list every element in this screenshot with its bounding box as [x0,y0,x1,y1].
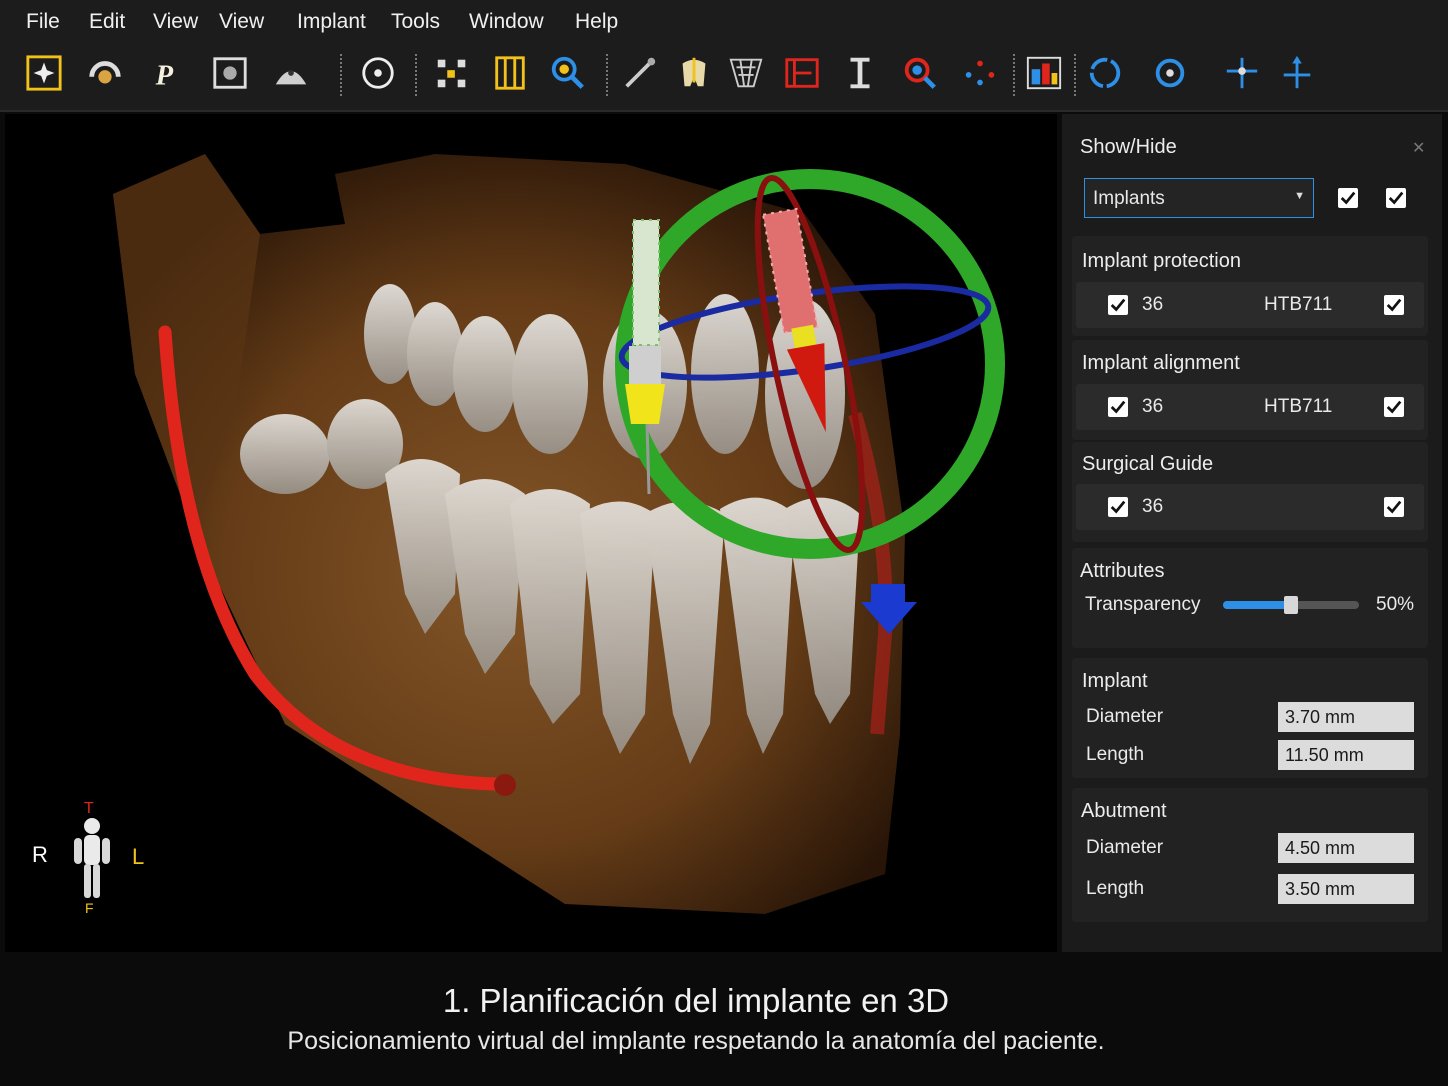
transparency-label: Transparency [1085,594,1201,615]
menu-implant[interactable]: Implant [297,10,366,34]
chevron-down-icon: ▼ [1294,190,1305,202]
implant-alignment-model: HTB711 [1264,396,1333,417]
toolbar-separator [340,54,342,96]
axis-move-icon[interactable] [1220,51,1264,95]
transparency-slider[interactable] [1223,596,1359,614]
properties-panel: Show/Hide ✕ Implants ▼ Implant protectio… [1062,114,1442,952]
menu-file[interactable]: File [26,10,60,34]
crosshair-circle-icon[interactable] [356,51,400,95]
transparency-value: 50% [1376,594,1415,615]
implant-protection-row: 36 HTB711 [1076,282,1424,328]
nerve-points-icon[interactable] [430,51,474,95]
show-checkbox-2[interactable] [1386,188,1406,208]
caption-title: 1. Planificación del implante en 3D [442,982,950,1019]
menu-view-2[interactable]: View [219,10,264,34]
abutment-length-field[interactable]: 3.50 mm [1278,874,1414,904]
abutment-diameter-label: Diameter [1086,837,1164,858]
caliper-icon[interactable] [838,51,882,95]
image-frame-icon[interactable] [208,51,252,95]
transparency-slider-thumb[interactable] [1284,596,1298,614]
implant-alignment-visible-checkbox[interactable] [1384,397,1404,417]
grid-ruler-icon[interactable] [488,51,532,95]
menu-window[interactable]: Window [469,10,544,34]
abutment-diameter-field[interactable]: 4.50 mm [1278,833,1414,863]
abutment-title: Abutment [1081,800,1167,822]
menu-bar: File Edit View View Implant Tools Window… [0,0,1448,46]
dots-icon[interactable] [958,51,1002,95]
menu-edit[interactable]: Edit [89,10,125,34]
toolbar: P [0,46,1448,112]
show-hide-title: Show/Hide [1080,136,1177,158]
implant-protection-model: HTB711 [1264,294,1333,315]
menu-view-1[interactable]: View [153,10,198,34]
jaw-volume-render [113,154,1005,914]
panorama-icon[interactable] [83,51,127,95]
volume-render-icon[interactable] [22,51,66,95]
menu-tools[interactable]: Tools [391,10,440,34]
implant-protection-checkbox[interactable] [1108,295,1128,315]
toolbar-separator [415,54,417,96]
implant-alignment-tooth: 36 [1142,396,1164,417]
scalpel-icon[interactable] [618,51,662,95]
implant-protection-title: Implant protection [1082,250,1241,272]
orientation-left-label: L [132,844,145,869]
dome-icon[interactable] [269,51,313,95]
abutment-section: Abutment Diameter 4.50 mm Length 3.50 mm [1072,788,1428,922]
caption-subtitle: Posicionamiento virtual del implante res… [287,1027,1105,1055]
toolbar-separator [1074,54,1076,96]
implant-alignment-checkbox[interactable] [1108,397,1128,417]
implant-protection-visible-checkbox[interactable] [1384,295,1404,315]
rotate-icon[interactable] [1083,51,1127,95]
implant-alignment-section: Implant alignment 36 HTB711 [1072,340,1428,440]
transparency-slider-fill [1223,601,1291,609]
magnify-red-icon[interactable] [898,51,942,95]
layout-icon[interactable] [1022,51,1066,95]
attributes-title: Attributes [1080,560,1165,582]
surgical-guide-section: Surgical Guide 36 [1072,442,1428,542]
measure-angle-icon[interactable] [780,51,824,95]
layer-dropdown[interactable]: Implants ▼ [1084,178,1314,218]
3d-viewport[interactable]: R L T F [5,114,1057,952]
implant-title: Implant [1082,670,1148,692]
show-checkbox-1[interactable] [1338,188,1358,208]
abutment-length-label: Length [1086,878,1145,899]
implant-diameter-label: Diameter [1086,706,1164,727]
attributes-section: Attributes Transparency 50% [1072,548,1428,648]
implant-alignment-title: Implant alignment [1082,352,1240,374]
orientation-figure-icon [74,818,110,898]
surgical-guide-checkbox[interactable] [1108,497,1128,517]
surgical-guide-title: Surgical Guide [1082,453,1214,475]
surgical-guide-tooth: 36 [1142,496,1164,517]
implant-alignment-row: 36 HTB711 [1076,384,1424,430]
axis-icon[interactable] [1275,51,1319,95]
close-icon[interactable]: ✕ [1412,138,1425,158]
surgical-guide-visible-checkbox[interactable] [1384,497,1404,517]
recenter-icon[interactable] [1148,51,1192,95]
dropdown-value: Implants [1093,188,1165,209]
tooth-icon[interactable] [672,51,716,95]
menu-help[interactable]: Help [575,10,618,34]
implant-diameter-field[interactable]: 3.70 mm [1278,702,1414,732]
orientation-right-label: R [32,842,48,867]
patient-icon[interactable]: P [145,51,189,95]
svg-text:P: P [155,60,174,91]
toolbar-separator [606,54,608,96]
implant-length-field[interactable]: 11.50 mm [1278,740,1414,770]
implant-length-label: Length [1086,744,1145,765]
implant-protection-tooth: 36 [1142,294,1164,315]
zoom-icon[interactable] [546,51,590,95]
implant-section: Implant Diameter 3.70 mm Length 11.50 mm [1072,658,1428,778]
toolbar-separator [1013,54,1015,96]
mesh-icon[interactable] [724,51,768,95]
surgical-guide-row: 36 [1076,484,1424,530]
implant-protection-section: Implant protection 36 HTB711 [1072,236,1428,336]
